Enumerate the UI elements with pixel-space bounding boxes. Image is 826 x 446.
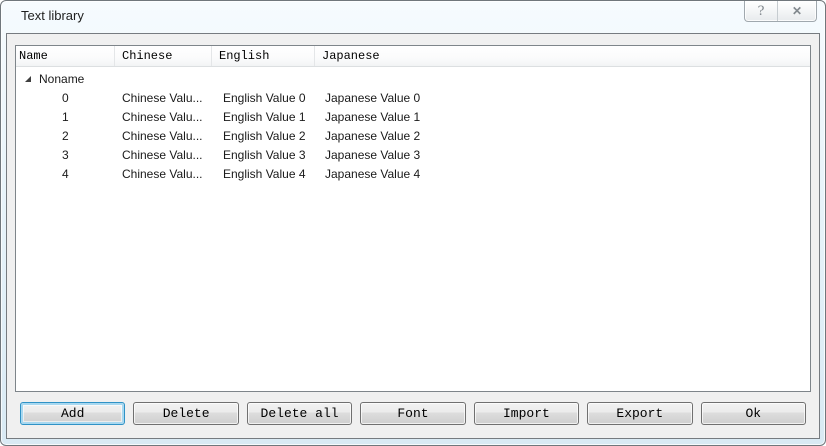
- table-row[interactable]: 2 Chinese Valu... English Value 2 Japane…: [16, 127, 810, 146]
- column-header-name[interactable]: Name: [16, 46, 115, 66]
- row-name: 1: [62, 110, 69, 124]
- column-header-chinese[interactable]: Chinese: [115, 46, 212, 66]
- import-button[interactable]: Import: [473, 402, 580, 425]
- title-bar[interactable]: Text library ? ✕: [1, 1, 825, 33]
- row-english: English Value 2: [223, 129, 306, 143]
- row-japanese: Japanese Value 3: [325, 148, 421, 162]
- row-english: English Value 0: [223, 91, 306, 105]
- column-header-japanese[interactable]: Japanese: [315, 46, 810, 66]
- caption-button-group: ? ✕: [744, 1, 817, 22]
- row-english: English Value 1: [223, 110, 306, 124]
- delete-button[interactable]: Delete: [133, 402, 239, 425]
- window-title: Text library: [21, 8, 84, 23]
- group-label: Noname: [39, 72, 85, 86]
- help-icon[interactable]: ?: [745, 1, 777, 21]
- table-row[interactable]: 0 Chinese Valu... English Value 0 Japane…: [16, 89, 810, 108]
- row-english: English Value 4: [223, 167, 306, 181]
- expand-triangle-icon[interactable]: [25, 76, 31, 82]
- row-japanese: Japanese Value 1: [325, 110, 421, 124]
- row-japanese: Japanese Value 0: [325, 91, 421, 105]
- row-chinese: Chinese Valu...: [122, 91, 203, 105]
- table-row[interactable]: 1 Chinese Valu... English Value 1 Japane…: [16, 108, 810, 127]
- row-chinese: Chinese Valu...: [122, 129, 203, 143]
- table-row[interactable]: 3 Chinese Valu... English Value 3 Japane…: [16, 146, 810, 165]
- row-chinese: Chinese Valu...: [122, 110, 203, 124]
- text-library-dialog: Text library ? ✕ Name Chinese English Ja…: [0, 0, 826, 446]
- text-library-list: Name Chinese English Japanese Noname 0 C…: [15, 45, 811, 392]
- font-button[interactable]: Font: [360, 402, 466, 425]
- row-name: 3: [62, 148, 69, 162]
- row-chinese: Chinese Valu...: [122, 148, 203, 162]
- add-button[interactable]: Add: [20, 402, 126, 425]
- tree-group-row[interactable]: Noname: [16, 70, 810, 89]
- row-japanese: Japanese Value 2: [325, 129, 421, 143]
- dialog-button-row: Add Delete Delete all Font Import Export…: [20, 402, 806, 425]
- row-chinese: Chinese Valu...: [122, 167, 203, 181]
- list-body: Noname 0 Chinese Valu... English Value 0…: [16, 67, 810, 184]
- column-header-english[interactable]: English: [212, 46, 315, 66]
- export-button[interactable]: Export: [587, 402, 693, 425]
- row-name: 0: [62, 91, 69, 105]
- list-header: Name Chinese English Japanese: [16, 46, 810, 67]
- close-icon[interactable]: ✕: [777, 1, 816, 21]
- dialog-client-area: Name Chinese English Japanese Noname 0 C…: [6, 33, 820, 439]
- delete-all-button[interactable]: Delete all: [246, 402, 353, 425]
- table-row[interactable]: 4 Chinese Valu... English Value 4 Japane…: [16, 165, 810, 184]
- row-english: English Value 3: [223, 148, 306, 162]
- ok-button[interactable]: Ok: [700, 402, 806, 425]
- row-name: 2: [62, 129, 69, 143]
- row-japanese: Japanese Value 4: [325, 167, 421, 181]
- row-name: 4: [62, 167, 69, 181]
